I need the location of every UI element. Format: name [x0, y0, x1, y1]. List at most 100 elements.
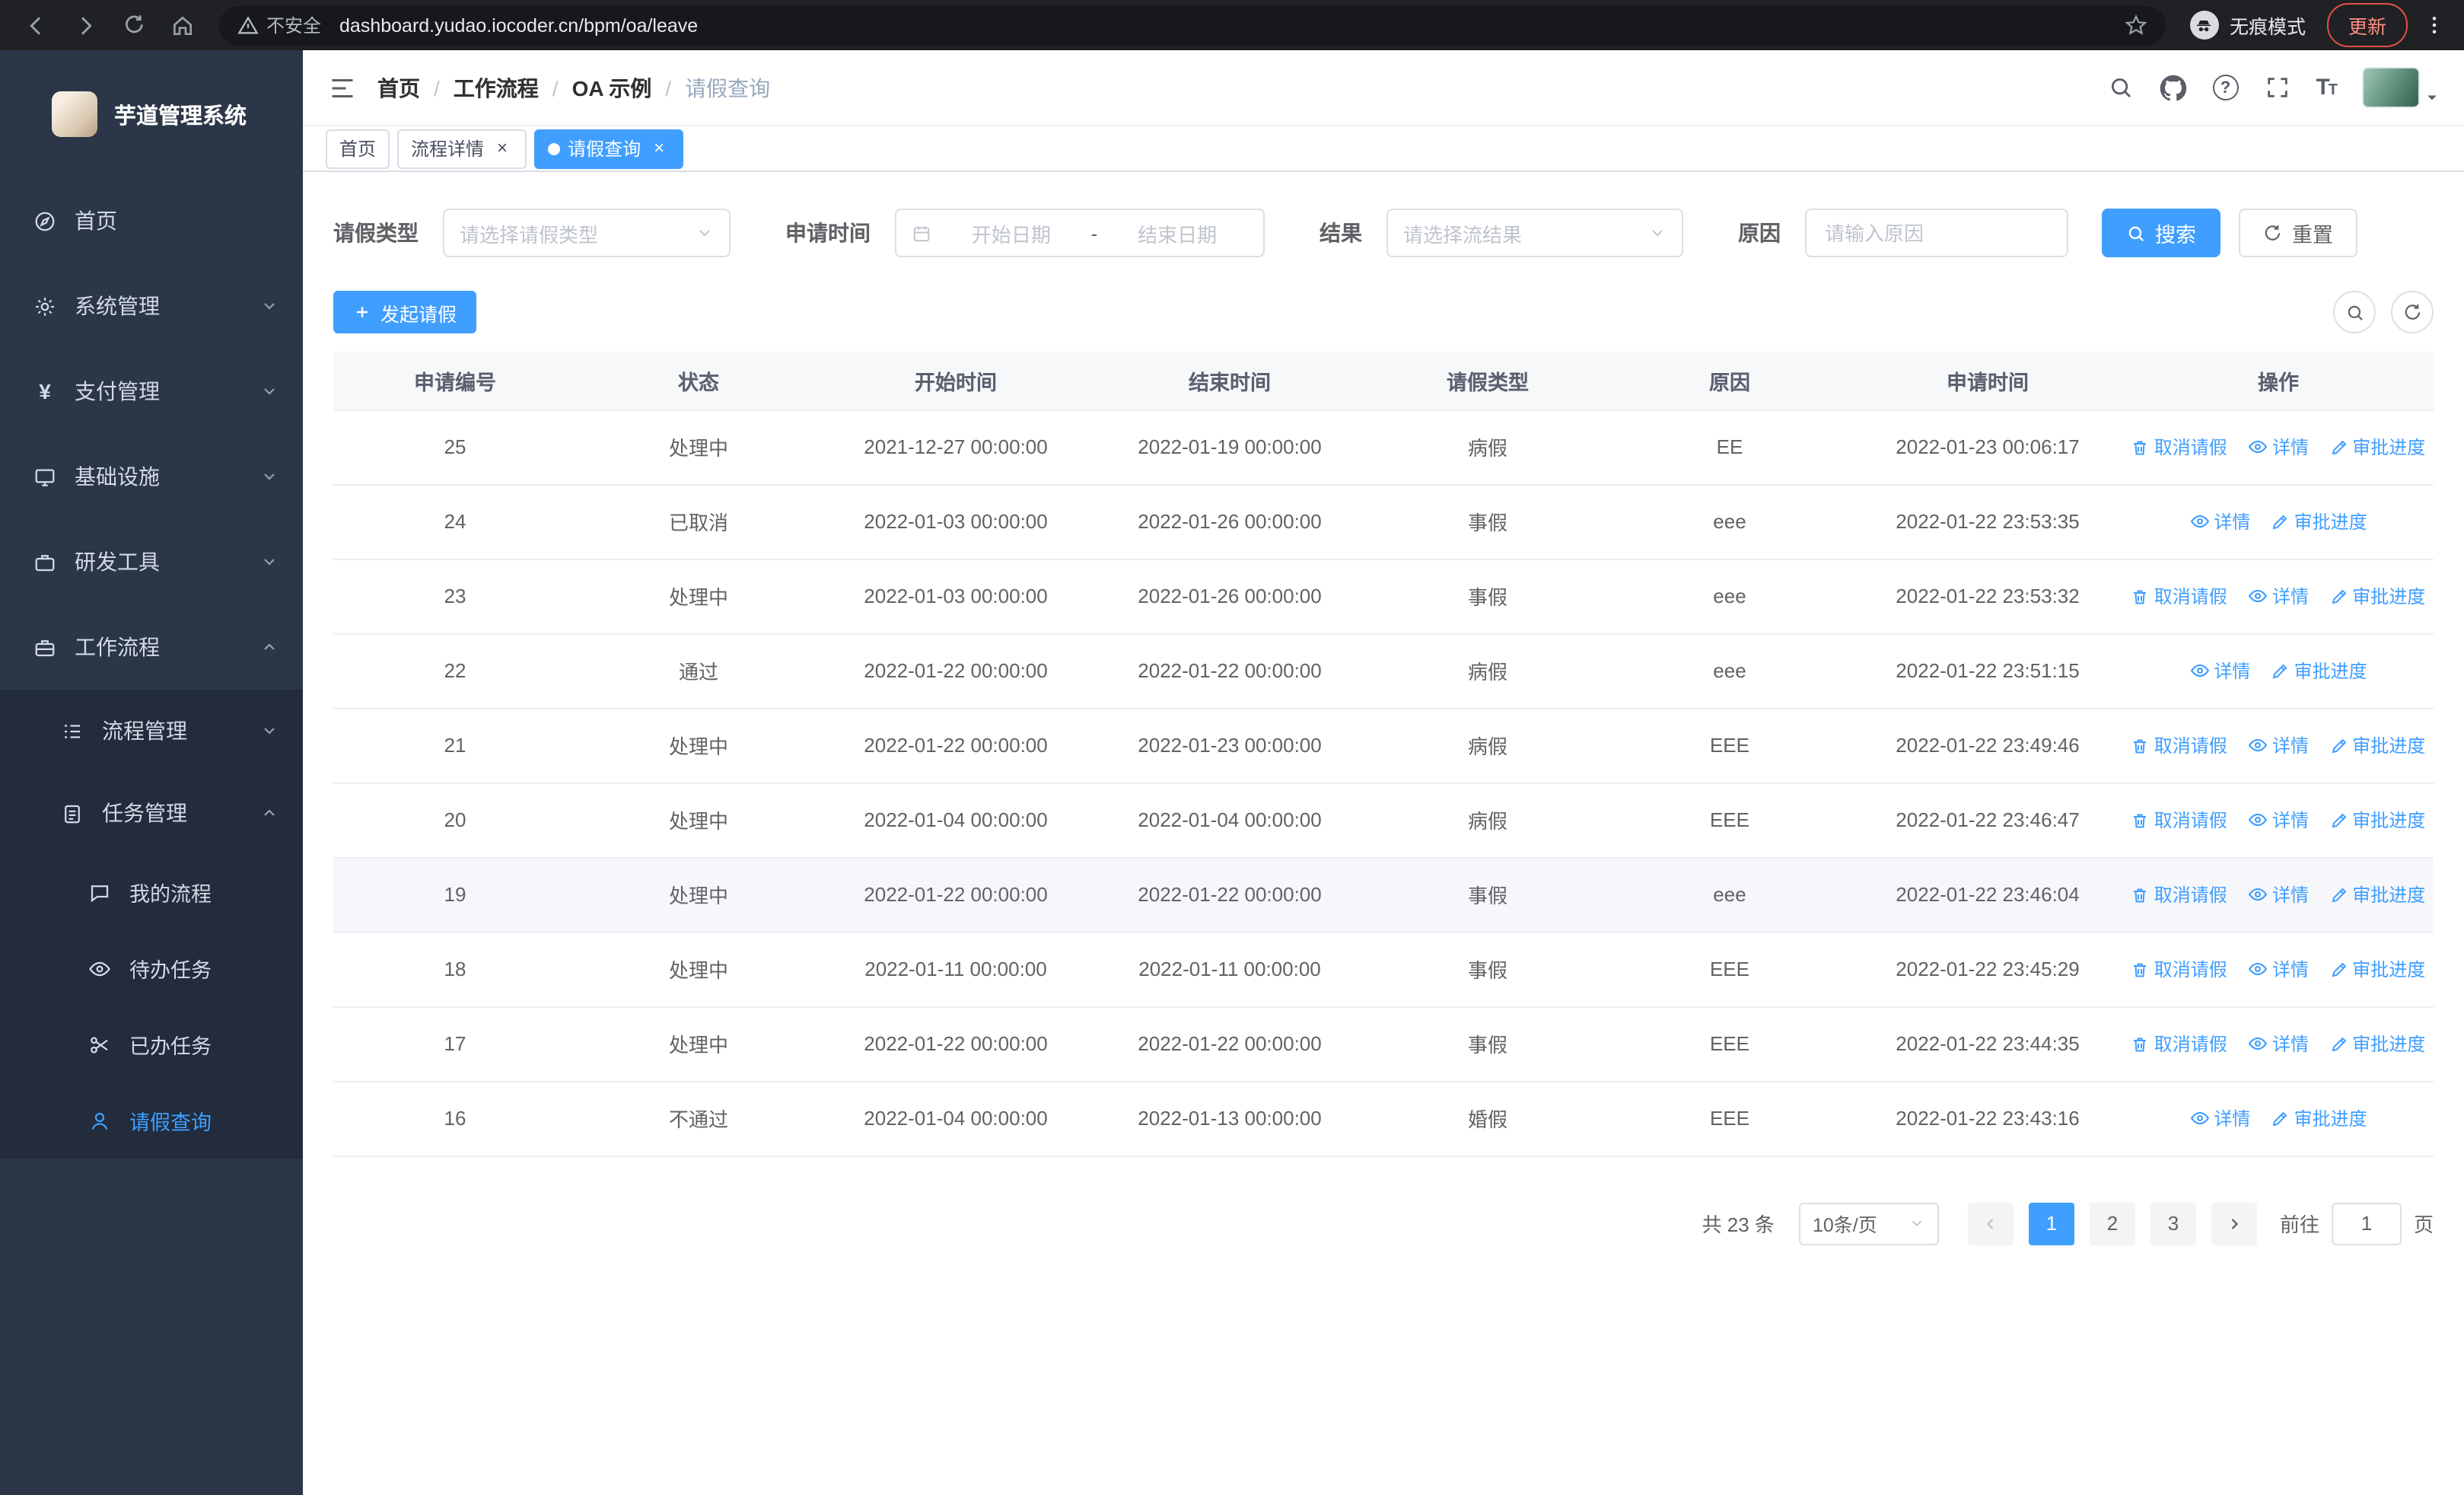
cell-apply-id: 17 — [333, 1006, 577, 1082]
tab-leave-query[interactable]: 请假查询 × — [534, 129, 684, 168]
page-button-3[interactable]: 3 — [2150, 1202, 2196, 1245]
detail-link[interactable]: 详情 — [2248, 582, 2309, 608]
browser-home-button[interactable] — [161, 4, 204, 46]
font-size-icon: TT — [2316, 75, 2338, 100]
browser-menu-button[interactable] — [2423, 14, 2446, 37]
toggle-search-button[interactable] — [2333, 291, 2376, 333]
approval-progress-link[interactable]: 审批进度 — [2329, 1031, 2425, 1057]
approval-progress-link[interactable]: 审批进度 — [2329, 881, 2425, 907]
breadcrumb-oa-example[interactable]: OA 示例 — [572, 72, 652, 103]
approval-progress-link[interactable]: 审批进度 — [2271, 658, 2367, 684]
detail-link[interactable]: 详情 — [2248, 881, 2309, 907]
detail-link[interactable]: 详情 — [2189, 657, 2250, 683]
sidebar-item-done-tasks[interactable]: 已办任务 — [0, 1006, 303, 1082]
sidebar-item-dev-tools[interactable]: 研发工具 — [0, 519, 303, 604]
cancel-leave-link[interactable]: 取消请假 — [2131, 956, 2227, 982]
cancel-leave-link[interactable]: 取消请假 — [2131, 583, 2227, 609]
sidebar-item-my-processes[interactable]: 我的流程 — [0, 854, 303, 930]
breadcrumb-home[interactable]: 首页 — [377, 72, 420, 103]
sidebar-item-todo-tasks[interactable]: 待办任务 — [0, 930, 303, 1006]
detail-link[interactable]: 详情 — [2248, 732, 2309, 757]
approval-progress-link[interactable]: 审批进度 — [2271, 508, 2367, 534]
leave-type-select[interactable]: 请选择请假类型 — [443, 209, 731, 257]
approval-progress-link[interactable]: 审批进度 — [2329, 583, 2425, 609]
browser-forward-button[interactable] — [64, 4, 107, 46]
tab-home[interactable]: 首页 — [326, 129, 390, 168]
close-icon[interactable]: × — [648, 137, 670, 159]
cell-apply-time: 2022-01-23 00:06:17 — [1852, 410, 2123, 485]
url-text: dashboard.yudao.iocoder.cn/bpm/oa/leave — [339, 14, 699, 36]
sidebar-item-payment-management[interactable]: ¥ 支付管理 — [0, 349, 303, 434]
sidebar-item-process-management[interactable]: 流程管理 — [0, 690, 303, 772]
sidebar-collapse-button[interactable] — [303, 74, 377, 101]
column-header-leave-type: 请假类型 — [1368, 352, 1607, 410]
page-button-1[interactable]: 1 — [2028, 1202, 2074, 1245]
edit-pen-icon — [2331, 961, 2346, 977]
page-button-2[interactable]: 2 — [2089, 1202, 2135, 1245]
browser-back-button[interactable] — [15, 4, 58, 46]
reason-input[interactable] — [1807, 210, 2067, 256]
goto-page-input[interactable] — [2331, 1202, 2402, 1245]
sidebar-item-infrastructure[interactable]: 基础设施 — [0, 434, 303, 519]
cancel-leave-link[interactable]: 取消请假 — [2131, 807, 2227, 833]
approval-progress-link[interactable]: 审批进度 — [2271, 1105, 2367, 1131]
next-page-button[interactable] — [2211, 1202, 2257, 1245]
help-button[interactable]: ? — [2212, 75, 2239, 100]
sidebar-item-label: 支付管理 — [75, 379, 160, 403]
fullscreen-button[interactable] — [2264, 75, 2290, 100]
detail-link[interactable]: 详情 — [2248, 433, 2309, 459]
sidebar-item-leave-query[interactable]: 请假查询 — [0, 1082, 303, 1159]
cancel-leave-link[interactable]: 取消请假 — [2131, 881, 2227, 907]
cell-reason: eee — [1607, 633, 1852, 709]
header-search-button[interactable] — [2107, 75, 2133, 100]
cancel-leave-link[interactable]: 取消请假 — [2131, 1031, 2227, 1057]
breadcrumb-workflow[interactable]: 工作流程 — [454, 72, 539, 103]
sidebar-item-workflow[interactable]: 工作流程 — [0, 604, 303, 690]
app-logo[interactable]: 芋道管理系统 — [0, 50, 303, 178]
pagination-total: 共 23 条 — [1702, 1213, 1775, 1236]
security-warning[interactable]: 不安全 — [237, 12, 321, 38]
pagination: 共 23 条 10条/页 1 2 3 前往 1 页 — [333, 1202, 2434, 1245]
cancel-leave-link[interactable]: 取消请假 — [2131, 434, 2227, 460]
cancel-leave-link[interactable]: 取消请假 — [2131, 732, 2227, 758]
cell-apply-id: 16 — [333, 1081, 577, 1156]
sidebar-item-task-management[interactable]: 任务管理 — [0, 772, 303, 854]
refresh-icon — [2404, 303, 2420, 319]
refresh-table-button[interactable] — [2391, 291, 2434, 333]
result-select[interactable]: 请选择流结果 — [1386, 209, 1683, 257]
browser-reload-button[interactable] — [113, 4, 155, 46]
detail-link[interactable]: 详情 — [2248, 1030, 2309, 1056]
bookmark-star-icon[interactable] — [2125, 14, 2147, 37]
close-icon[interactable]: × — [492, 137, 513, 159]
tab-process-detail[interactable]: 流程详情 × — [397, 129, 527, 168]
sidebar-item-label: 系统管理 — [75, 294, 160, 318]
github-link[interactable] — [2159, 74, 2186, 101]
detail-link[interactable]: 详情 — [2189, 508, 2250, 534]
cell-actions: 取消请假 详情 审批进度 — [2123, 410, 2434, 485]
sidebar-item-system-management[interactable]: 系统管理 — [0, 263, 303, 349]
page-size-select[interactable]: 10条/页 — [1798, 1202, 1939, 1245]
cell-start-time: 2022-01-04 00:00:00 — [820, 1081, 1091, 1156]
cell-actions: 取消请假 详情 审批进度 — [2123, 932, 2434, 1007]
address-bar[interactable]: 不安全 dashboard.yudao.iocoder.cn/bpm/oa/le… — [219, 5, 2166, 45]
avatar — [2362, 67, 2420, 108]
approval-progress-link[interactable]: 审批进度 — [2329, 956, 2425, 982]
detail-link[interactable]: 详情 — [2248, 955, 2309, 981]
create-leave-button[interactable]: 发起请假 — [333, 291, 477, 333]
reset-button[interactable]: 重置 — [2239, 209, 2357, 257]
sidebar-item-home[interactable]: 首页 — [0, 178, 303, 263]
prev-page-button[interactable] — [1967, 1202, 2014, 1245]
eye-icon — [2190, 663, 2209, 677]
approval-progress-link[interactable]: 审批进度 — [2329, 434, 2425, 460]
approval-progress-link[interactable]: 审批进度 — [2329, 807, 2425, 833]
search-icon — [2111, 78, 2131, 98]
approval-progress-link[interactable]: 审批进度 — [2329, 732, 2425, 758]
date-range-picker[interactable]: 开始日期 - 结束日期 — [895, 209, 1265, 257]
user-menu[interactable] — [2362, 67, 2440, 108]
cell-start-time: 2022-01-11 00:00:00 — [820, 932, 1091, 1007]
font-size-button[interactable]: TT — [2316, 75, 2338, 100]
detail-link[interactable]: 详情 — [2189, 1105, 2250, 1130]
detail-link[interactable]: 详情 — [2248, 806, 2309, 832]
browser-update-button[interactable]: 更新 — [2326, 3, 2408, 47]
search-button[interactable]: 搜索 — [2102, 209, 2220, 257]
